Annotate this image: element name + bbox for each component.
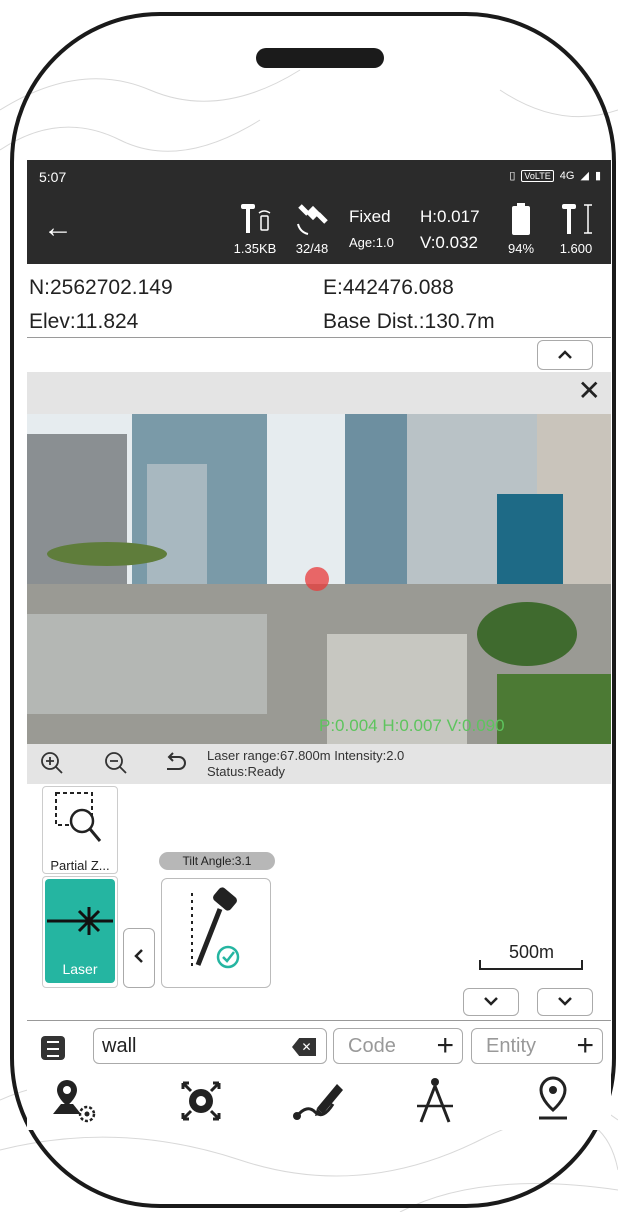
laser-status: Status:Ready xyxy=(207,764,286,779)
data-rate-label: 1.35KB xyxy=(233,241,277,256)
battery-percent: 94% xyxy=(507,241,535,256)
vibrate-icon: ▯ xyxy=(509,170,516,182)
point-name-field[interactable]: ✕ xyxy=(93,1028,327,1064)
laser-range: Laser range:67.800m Intensity:2.0 xyxy=(207,748,405,763)
laser-button[interactable]: Laser xyxy=(42,876,118,988)
solution-status[interactable]: Fixed Age:1.0 xyxy=(349,204,394,256)
undo-icon[interactable] xyxy=(161,750,189,776)
chevron-down-icon xyxy=(484,997,498,1006)
draw-line-icon[interactable] xyxy=(289,1074,349,1128)
satellite-icon xyxy=(297,204,328,235)
precision-readout: H:0.017 V:0.032 xyxy=(420,204,480,256)
antenna-height[interactable]: 1.600 xyxy=(551,202,601,256)
code-field[interactable]: Code + xyxy=(333,1028,463,1064)
back-arrow-icon[interactable]: ← xyxy=(43,213,73,243)
v-precision: V:0.032 xyxy=(420,233,478,252)
entity-field[interactable]: Entity + xyxy=(471,1028,603,1064)
target-point-icon[interactable] xyxy=(171,1074,231,1128)
battery-status[interactable]: 94% xyxy=(499,202,543,256)
easting: E:442476.088 xyxy=(323,276,454,299)
antenna-height-icon xyxy=(562,204,592,234)
laser-icon xyxy=(47,907,113,935)
status-bar: 5:07 ▯ VoLTE 4G ◢ ▮ xyxy=(27,160,611,194)
phone-notch xyxy=(256,48,384,68)
elevation: Elev:11.824 xyxy=(29,310,139,333)
battery-icon xyxy=(512,203,530,235)
battery-status-icon: ▮ xyxy=(594,170,601,182)
partial-zoom-icon xyxy=(55,792,102,842)
entity-placeholder: Entity xyxy=(486,1035,537,1057)
age-label: Age:1.0 xyxy=(349,235,394,250)
laser-readout: P:0.004 H:0.007 V:0.090 xyxy=(319,716,505,735)
point-name-input[interactable] xyxy=(102,1035,282,1058)
code-placeholder: Code xyxy=(348,1035,396,1057)
divider xyxy=(27,1020,611,1021)
location-pin-icon[interactable] xyxy=(523,1074,583,1128)
antenna-radio-icon xyxy=(241,204,271,233)
satellite-count: 32/48 xyxy=(295,241,329,256)
status-icons: ▯ VoLTE 4G ◢ ▮ xyxy=(509,169,601,182)
compass-stakeout-icon[interactable] xyxy=(405,1074,465,1128)
chevron-down-icon xyxy=(558,997,572,1006)
gnss-toolbar: ← 1.35KB 32/48 Fixed Age:1.0 H:0.017 V:0… xyxy=(27,194,611,264)
network-type: 4G xyxy=(559,169,575,182)
point-settings-icon[interactable] xyxy=(47,1074,107,1128)
expand-down-button-2[interactable] xyxy=(537,988,593,1016)
chevron-left-icon xyxy=(134,949,143,963)
camera-image xyxy=(27,414,611,744)
camera-view[interactable]: P:0.004 H:0.007 V:0.090 xyxy=(27,414,611,744)
satellite-status[interactable]: 32/48 xyxy=(285,202,339,256)
point-list-icon[interactable] xyxy=(41,1036,65,1060)
datalink-status[interactable]: 1.35KB xyxy=(223,202,287,256)
camera-panel: ✕ P:0.004 H:0.007 V:0.090 Laser range:67… xyxy=(27,372,611,784)
zoom-in-icon[interactable] xyxy=(39,750,65,776)
northing: N:2562702.149 xyxy=(29,276,173,299)
collapse-up-button[interactable] xyxy=(537,340,593,370)
partial-zoom-label: Partial Z... xyxy=(50,858,110,873)
tilt-pole-icon xyxy=(191,887,240,969)
status-time: 5:07 xyxy=(39,169,67,185)
map-scale-bar xyxy=(479,960,583,970)
laser-label: Laser xyxy=(62,961,98,977)
close-icon[interactable]: ✕ xyxy=(578,376,601,406)
laser-button-active: Laser xyxy=(45,879,115,983)
bottom-toolbar xyxy=(27,1072,611,1132)
zoom-out-icon[interactable] xyxy=(103,750,129,776)
base-distance: Base Dist.:130.7m xyxy=(323,310,495,333)
tilt-angle-badge: Tilt Angle:3.1 xyxy=(159,852,275,870)
app-screen: 5:07 ▯ VoLTE 4G ◢ ▮ ← 1.35KB 32/48 Fixed… xyxy=(27,160,611,1130)
add-entity-icon[interactable]: + xyxy=(576,1029,594,1063)
chevron-up-icon xyxy=(558,350,572,359)
laser-info: Laser range:67.800m Intensity:2.0 Status… xyxy=(207,748,404,780)
expand-down-button-1[interactable] xyxy=(463,988,519,1016)
camera-controls: Laser range:67.800m Intensity:2.0 Status… xyxy=(27,744,611,784)
collapse-tools-button[interactable] xyxy=(123,928,155,988)
signal-icon: ◢ xyxy=(580,170,589,182)
clear-icon[interactable]: ✕ xyxy=(292,1038,316,1056)
coordinate-panel: N:2562702.149 E:442476.088 Elev:11.824 B… xyxy=(27,264,611,338)
add-code-icon[interactable]: + xyxy=(436,1029,454,1063)
tilt-survey-button[interactable] xyxy=(161,878,271,988)
volte-badge: VoLTE xyxy=(521,169,554,182)
partial-zoom-button[interactable]: Partial Z... xyxy=(42,786,118,874)
h-precision: H:0.017 xyxy=(420,207,480,226)
point-input-row: ✕ Code + Entity + xyxy=(27,1028,611,1068)
antenna-height-value: 1.600 xyxy=(559,241,593,256)
solution-label: Fixed xyxy=(349,207,391,226)
